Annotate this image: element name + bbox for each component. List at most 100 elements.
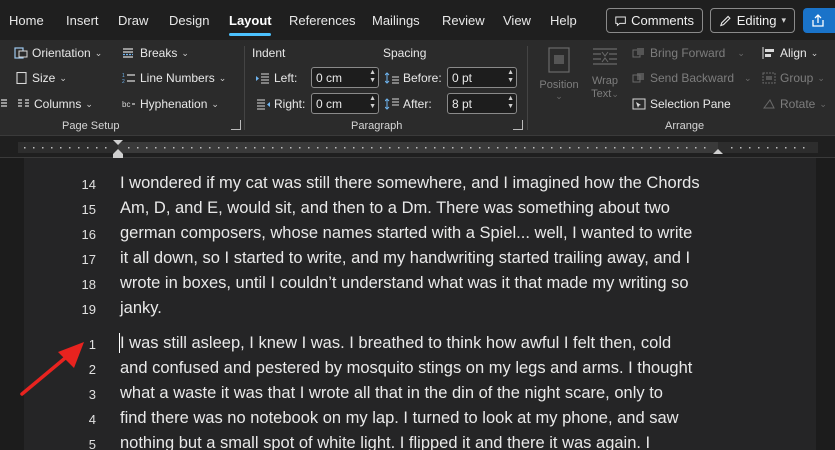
rotate-button[interactable]: Rotate ⌄ [762,97,827,111]
line-number: 19 [81,302,96,317]
line-numbers-icon: 12 [122,73,135,84]
tab-mailings[interactable]: Mailings [372,13,420,28]
breaks-icon [123,48,133,58]
orientation-icon [14,47,28,59]
spacing-after-icon [385,98,399,110]
spacing-before-label-wrap: Before: [385,71,442,85]
group-icon [762,72,776,84]
chevron-down-icon: ▾ [781,15,786,25]
tab-review[interactable]: Review [442,13,485,28]
document-line: it all down, so I started to write, and … [120,249,691,267]
page-size-icon [16,72,27,84]
group-separator [244,46,245,130]
document-line: and confused and pestered by mosquito st… [120,359,693,377]
spacing-label: Spacing [383,46,427,60]
send-backward-icon [632,73,644,83]
line-number: 18 [81,277,96,292]
group-separator [527,46,528,130]
tab-references[interactable]: References [289,13,355,28]
page-setup-group-label: Page Setup [62,120,120,132]
pencil-icon [719,15,731,26]
document-line: nothing but a small spot of white light.… [120,434,651,450]
indent-label: Indent [252,46,286,60]
indent-left-field[interactable]: 0 cm ▲ ▼ [311,67,379,88]
columns-button[interactable]: Columns ⌄ [0,97,93,111]
share-button[interactable] [803,8,835,33]
send-backward-button[interactable]: Send Backward ⌄ [632,71,752,85]
tab-view[interactable]: View [503,13,531,28]
paragraph-dialog-launcher[interactable] [513,120,523,130]
line-number: 17 [81,252,96,267]
align-icon [762,47,774,59]
paragraph-group-label: Paragraph [351,120,403,132]
hyphenation-button[interactable]: bc Hyphenation ⌄ [122,97,219,111]
columns-icon [1,99,29,107]
menu-bar: Home Insert Draw Design Layout Reference… [0,0,835,40]
spacing-before-icon [385,72,399,84]
share-icon [812,13,824,27]
comment-icon [615,16,626,26]
indent-right-icon [257,99,270,110]
rotate-icon [763,99,775,109]
tab-insert[interactable]: Insert [66,13,99,28]
indent-markers[interactable] [113,140,723,158]
document-line: janky. [120,299,162,317]
line-number: 14 [81,177,96,192]
editing-label: Editing [736,13,777,28]
spacing-before-field[interactable]: 0 pt ▲ ▼ [447,67,517,88]
page-setup-dialog-launcher[interactable] [231,120,241,130]
tab-layout[interactable]: Layout [229,13,272,28]
document-line: wrote in boxes, until I couldn’t underst… [120,274,689,292]
document-line: find there was no notebook on my lap. I … [120,409,679,427]
selection-pane-icon [632,98,646,110]
svg-text:2: 2 [122,79,125,84]
spinner-arrows[interactable]: ▲ ▼ [369,95,376,111]
ruler-ticks [24,140,805,158]
line-number: 4 [88,412,96,427]
group-button[interactable]: Group ⌄ [762,71,825,85]
line-numbers-button[interactable]: 12 Line Numbers ⌄ [122,71,226,85]
indent-left-label-wrap: Left: [256,71,297,85]
document-line: german composers, whose names started wi… [120,224,693,242]
ribbon-layout: Orientation ⌄ Size ⌄ Columns ⌄ Breaks ⌄ 12 L… [0,40,835,136]
tab-design[interactable]: Design [169,13,209,28]
indent-right-label-wrap: Right: [256,97,305,111]
spinner-arrows[interactable]: ▲ ▼ [507,95,514,111]
breaks-button[interactable]: Breaks ⌄ [122,46,189,60]
size-button[interactable]: Size ⌄ [14,71,67,85]
spacing-after-label-wrap: After: [385,97,432,111]
bring-forward-icon [632,48,644,58]
selection-pane-button[interactable]: Selection Pane [632,97,731,111]
line-number: 5 [88,437,96,450]
indent-left-icon [256,73,269,84]
position-button[interactable]: Position ⌄ [537,46,581,102]
bring-forward-button[interactable]: Bring Forward ⌄ [632,46,745,60]
editing-mode-button[interactable]: Editing ▾ [710,8,795,33]
spinner-arrows[interactable]: ▲ ▼ [507,69,514,85]
tab-help[interactable]: Help [550,13,577,28]
active-tab-indicator [229,33,271,36]
hyphenation-icon: bc [122,100,135,109]
line-number: 16 [81,227,96,242]
arrange-group-label: Arrange [665,120,705,132]
line-number: 15 [81,202,96,217]
document-line: I was still asleep, I knew I was. I brea… [120,334,672,352]
annotation-arrow-icon [20,342,84,396]
spacing-after-field[interactable]: 8 pt ▲ ▼ [447,93,517,114]
spinner-arrows[interactable]: ▲ ▼ [369,69,376,85]
text-cursor [119,333,120,353]
position-icon [548,47,570,73]
wrap-text-button[interactable]: Wrap Text⌄ [586,46,624,101]
comments-button[interactable]: Comments [606,8,703,33]
orientation-button[interactable]: Orientation ⌄ [14,46,102,60]
document-line: I wondered if my cat was still there som… [120,174,700,192]
svg-text:bc: bc [122,100,130,109]
horizontal-ruler[interactable] [0,136,835,158]
indent-right-field[interactable]: 0 cm ▲ ▼ [311,93,379,114]
wrap-text-icon [593,48,617,65]
tab-home[interactable]: Home [9,13,44,28]
document-line: what a waste it was that I wrote all tha… [120,384,663,402]
comments-label: Comments [631,13,694,28]
align-button[interactable]: Align ⌄ [762,46,818,60]
tab-draw[interactable]: Draw [118,13,148,28]
